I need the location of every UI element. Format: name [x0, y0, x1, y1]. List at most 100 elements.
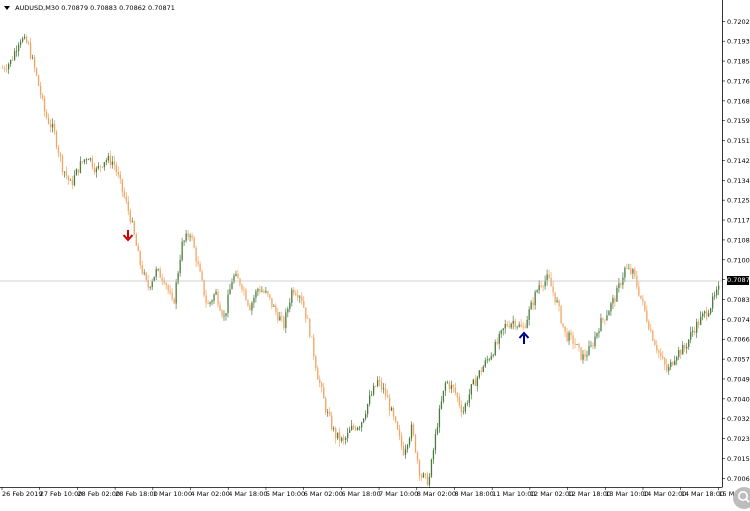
- bear-candle: [532, 302, 534, 306]
- bear-candle: [506, 324, 508, 326]
- bear-candle: [237, 274, 239, 279]
- bear-candle: [219, 304, 221, 311]
- bear-candle: [402, 446, 405, 455]
- time-axis: 26 Feb 201927 Feb 10:0028 Feb 02:0028 Fe…: [1, 487, 750, 498]
- bull-candle: [349, 430, 351, 433]
- bull-candle: [430, 459, 433, 477]
- bull-candle: [504, 324, 506, 329]
- bear-candle: [640, 295, 642, 299]
- chevron-down-icon: [4, 6, 10, 10]
- bear-candle: [374, 385, 377, 387]
- zoom-button[interactable]: [733, 487, 750, 509]
- bear-candle: [654, 340, 656, 346]
- bull-candle: [345, 438, 347, 440]
- bear-candle: [604, 319, 606, 321]
- bull-candle: [478, 370, 480, 378]
- bear-candle: [684, 345, 686, 349]
- bear-candle: [339, 432, 341, 441]
- bull-candle: [211, 300, 213, 303]
- bull-candle: [716, 289, 718, 296]
- bear-candle: [29, 43, 32, 59]
- price-tick-label: 0.71850: [727, 58, 750, 66]
- bull-candle: [231, 282, 233, 290]
- price-tick-label: 0.71680: [727, 97, 750, 105]
- bear-candle: [524, 326, 526, 328]
- bull-candle: [670, 362, 672, 368]
- bull-candle: [616, 288, 618, 302]
- time-tick-label: 1 Mar 10:00: [153, 490, 192, 498]
- bull-candle: [225, 313, 227, 316]
- price-axis: 0.72020 0.71935 0.71850 0.71765 0.71680 0.715…: [722, 18, 750, 483]
- plot-area: [0, 0, 722, 487]
- bull-candle: [678, 350, 680, 357]
- bear-candle: [93, 167, 96, 173]
- bear-candle: [165, 283, 167, 286]
- bull-candle: [444, 382, 447, 391]
- bull-candle: [446, 382, 449, 383]
- bear-candle: [269, 294, 271, 298]
- bear-candle: [474, 379, 476, 387]
- bear-candle: [125, 196, 127, 202]
- bear-candle: [355, 427, 357, 430]
- bull-candle: [472, 379, 474, 385]
- price-tick-label: 0.70235: [727, 435, 750, 443]
- bear-candle: [121, 179, 123, 192]
- bear-candle: [694, 330, 696, 333]
- bear-candle: [319, 379, 321, 384]
- bull-candle: [85, 159, 88, 161]
- bear-candle: [159, 269, 161, 278]
- bull-candle: [370, 394, 373, 396]
- bull-candle: [89, 158, 92, 160]
- bear-candle: [706, 311, 708, 317]
- bull-candle: [13, 51, 16, 60]
- bull-candle: [534, 292, 536, 306]
- bull-candle: [486, 359, 488, 361]
- bull-candle: [15, 50, 18, 52]
- bull-candle: [255, 291, 257, 298]
- bull-candle: [157, 269, 159, 270]
- time-tick-label: 27 Feb 10:00: [40, 490, 83, 498]
- bull-candle: [372, 385, 375, 395]
- bull-candle: [289, 302, 291, 309]
- bear-candle: [480, 370, 482, 372]
- bear-candle: [139, 251, 141, 266]
- bull-candle: [95, 168, 98, 173]
- bear-candle: [2, 68, 4, 69]
- bear-candle: [197, 261, 199, 264]
- bear-candle: [638, 286, 640, 296]
- bull-candle: [253, 297, 255, 303]
- bear-candle: [47, 117, 50, 124]
- bull-candle: [690, 332, 692, 340]
- bear-candle: [307, 318, 309, 320]
- bull-candle: [546, 274, 548, 281]
- bull-candle: [299, 296, 301, 298]
- bull-candle: [598, 331, 600, 334]
- bear-candle: [452, 385, 455, 388]
- bull-candle: [500, 330, 502, 334]
- bear-candle: [43, 98, 46, 112]
- bull-candle: [111, 161, 113, 165]
- price-tick-label: 0.71170: [727, 217, 750, 225]
- bear-candle: [592, 345, 594, 347]
- bear-candle: [67, 175, 70, 181]
- bull-candle: [470, 384, 472, 395]
- chart-window[interactable]: 0.72020 0.71935 0.71850 0.71765 0.71680 0.715…: [0, 0, 750, 509]
- bear-candle: [243, 289, 245, 291]
- bull-candle: [273, 305, 275, 307]
- bull-candle: [576, 344, 578, 345]
- bear-candle: [37, 75, 40, 86]
- bull-candle: [464, 403, 467, 412]
- bear-candle: [263, 291, 265, 293]
- price-tick-label: 0.71765: [727, 77, 750, 85]
- current-price-tag: 0.70871: [727, 276, 750, 285]
- bull-candle: [600, 318, 602, 332]
- bear-candle: [426, 474, 429, 486]
- bull-candle: [590, 345, 592, 347]
- bull-candle: [87, 159, 90, 161]
- bear-candle: [566, 331, 568, 341]
- price-chart[interactable]: 0.72020 0.71935 0.71850 0.71765 0.71680 0.715…: [0, 0, 750, 500]
- price-tick-label: 0.71425: [727, 157, 750, 165]
- symbol-label: AUDUSD,M30: [15, 4, 60, 12]
- bear-candle: [117, 171, 119, 175]
- bull-candle: [79, 161, 82, 173]
